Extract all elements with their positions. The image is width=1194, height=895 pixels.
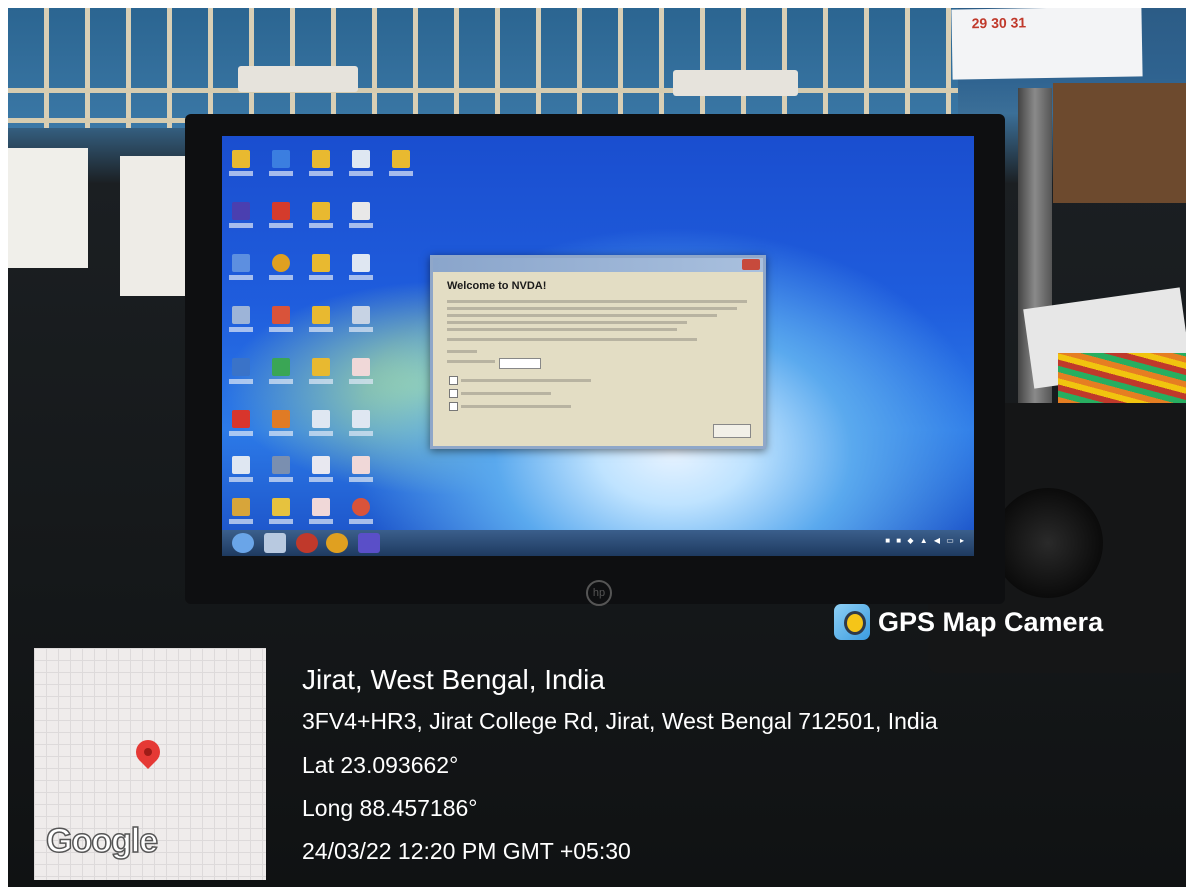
keyboard-layout-select[interactable] (499, 358, 541, 369)
taskbar-chrome[interactable] (326, 533, 348, 553)
location-address: 3FV4+HR3, Jirat College Rd, Jirat, West … (302, 708, 938, 734)
show-dialog-checkbox[interactable] (449, 402, 458, 411)
desktop-icon-app[interactable] (268, 410, 294, 440)
grill-bar (8, 88, 958, 93)
taskbar-media[interactable] (296, 533, 318, 553)
desktop-icon-doc[interactable] (348, 410, 374, 440)
desktop-icon-pdf[interactable] (308, 498, 334, 528)
desktop-icon-folder[interactable] (308, 254, 334, 284)
desktop-icon-folder[interactable] (388, 150, 414, 180)
desktop-icon-app[interactable] (228, 254, 254, 284)
desktop-icon-folder[interactable] (308, 306, 334, 336)
taskbar-nvda[interactable] (358, 533, 380, 553)
desktop-icon-app[interactable] (348, 498, 374, 528)
longitude: Long 88.457186° (302, 795, 478, 821)
dialog-text (461, 379, 591, 382)
desktop-icon-chrome[interactable] (268, 254, 294, 284)
system-tray[interactable]: ■ ■ ◆ ▲ ◀ ▭ ▸ (885, 536, 966, 545)
dialog-titlebar[interactable] (433, 258, 763, 272)
dialog-text (447, 338, 697, 341)
calendar-dates: 29 30 31 (971, 14, 1027, 32)
close-icon[interactable] (742, 259, 760, 270)
gps-camera-badge: GPS Map Camera (834, 604, 1103, 640)
gps-map-camera-icon (834, 604, 870, 640)
desktop-icon-folder[interactable] (308, 150, 334, 180)
timestamp: 24/03/22 12:20 PM GMT +05:30 (302, 838, 631, 864)
taskbar-explorer[interactable] (264, 533, 286, 553)
desktop-icon-doc[interactable] (348, 150, 374, 180)
desktop-icon-doc[interactable] (308, 456, 334, 486)
dialog-text (447, 321, 687, 324)
wall-switchboard (8, 148, 88, 268)
speaker-cone (993, 488, 1103, 598)
taskbar: ■ ■ ◆ ▲ ◀ ▭ ▸ (222, 530, 974, 556)
nvda-welcome-dialog: Welcome to NVDA! (430, 255, 766, 449)
wood-board (1053, 83, 1186, 203)
dialog-text (461, 392, 551, 395)
desktop-icon-pdf[interactable] (348, 202, 374, 232)
ok-button[interactable] (713, 424, 751, 438)
hp-logo-icon: hp (586, 580, 612, 606)
wall-socket (673, 70, 798, 96)
dialog-text (447, 307, 737, 310)
pens (1058, 353, 1186, 403)
app-name: GPS Map Camera (878, 606, 1104, 637)
desktop-icon-folder[interactable] (228, 150, 254, 180)
dialog-text (447, 360, 495, 363)
desktop-icon-doc[interactable] (348, 254, 374, 284)
desktop-icon-app[interactable] (228, 410, 254, 440)
desktop-icon-app[interactable] (268, 202, 294, 232)
start-button[interactable] (232, 533, 254, 553)
desktop-icon-doc[interactable] (228, 456, 254, 486)
desktop-icon-app[interactable] (268, 456, 294, 486)
startup-checkbox[interactable] (449, 389, 458, 398)
window-grill (8, 8, 958, 128)
desktop-icon-folder[interactable] (308, 358, 334, 388)
dialog-text (447, 328, 677, 331)
wall-socket (238, 66, 358, 92)
dialog-text (461, 405, 571, 408)
desktop-icon-doc[interactable] (348, 358, 374, 388)
google-logo: Google (45, 821, 159, 861)
desktop-icon-nvda[interactable] (228, 202, 254, 232)
desktop-icon-app[interactable] (228, 306, 254, 336)
dialog-text (447, 314, 717, 317)
desktop-icon-pdf[interactable] (348, 456, 374, 486)
dialog-text (447, 350, 477, 353)
desktop-icon-app[interactable] (348, 306, 374, 336)
dialog-text (447, 300, 747, 303)
desktop-icon-app[interactable] (268, 498, 294, 528)
desktop-icon-app[interactable] (268, 358, 294, 388)
location-place: Jirat, West Bengal, India (302, 664, 605, 695)
desktop-icon-doc[interactable] (308, 410, 334, 440)
wall-calendar: 29 30 31 (951, 8, 1143, 80)
desktop-icon-app[interactable] (228, 498, 254, 528)
desktop-icon-app[interactable] (268, 150, 294, 180)
dialog-heading: Welcome to NVDA! (447, 280, 547, 292)
latitude: Lat 23.093662° (302, 752, 459, 778)
caps-lock-checkbox[interactable] (449, 376, 458, 385)
desktop-icon-folder[interactable] (308, 202, 334, 232)
desktop-icon-app[interactable] (228, 358, 254, 388)
desktop-icon-app[interactable] (268, 306, 294, 336)
